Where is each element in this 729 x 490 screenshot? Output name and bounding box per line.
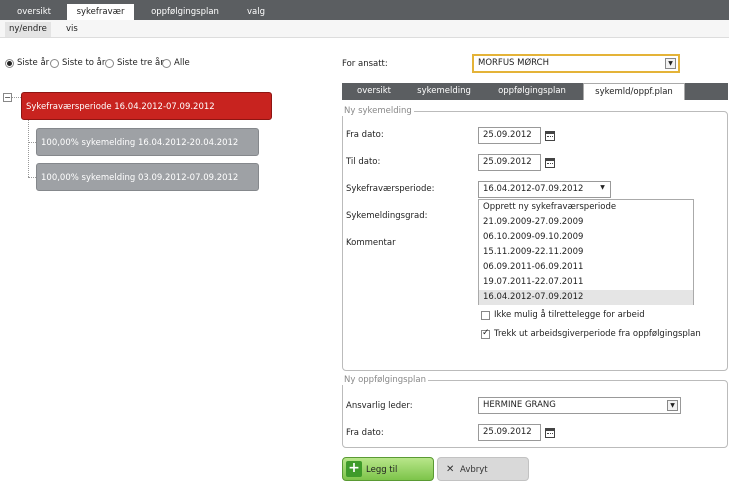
legg-til-label: Legg til: [366, 465, 398, 475]
tree-collapse-icon[interactable]: −: [3, 93, 12, 102]
radio-button[interactable]: [50, 58, 59, 68]
fra-dato-label: Fra dato:: [346, 130, 384, 140]
ny-oppfolgingsplan-legend: Ny oppfølgingsplan: [342, 375, 428, 385]
ansatt-dropdown[interactable]: MORFUS MØRCH ▼: [472, 54, 680, 73]
top-tab-bar: oversikt sykefravær oppfølgingsplan valg: [0, 0, 729, 20]
chevron-down-icon[interactable]: ▼: [597, 183, 608, 194]
til-dato-label: Til dato:: [346, 157, 381, 167]
subtab-ny-endre[interactable]: ny/endre: [5, 22, 51, 37]
tree-connector: [28, 177, 36, 178]
fra-dato-input[interactable]: 25.09.2012: [478, 127, 541, 144]
sykemeldingsgrad-label: Sykemeldingsgrad:: [346, 211, 428, 221]
radio-siste-ar[interactable]: Siste år: [5, 58, 49, 68]
tree-connector: [28, 142, 36, 143]
dropdown-option[interactable]: 06.10.2009-09.10.2009: [479, 230, 693, 245]
radio-alle[interactable]: Alle: [162, 58, 190, 68]
radio-button-checked[interactable]: [5, 58, 14, 68]
dropdown-option[interactable]: 06.09.2011-06.09.2011: [479, 260, 693, 275]
sykefravaersperiode-label: Sykefraværsperiode:: [346, 184, 435, 194]
dropdown-option[interactable]: 19.07.2011-22.07.2011: [479, 275, 693, 290]
tab-oppfolgingsplan[interactable]: oppfølgingsplan: [140, 4, 230, 20]
oppf-fra-dato-label: Fra dato:: [346, 428, 384, 438]
dropdown-option[interactable]: 21.09.2009-27.09.2009: [479, 215, 693, 230]
calendar-icon[interactable]: [545, 158, 555, 168]
legg-til-button[interactable]: + Legg til: [342, 457, 434, 481]
tab-right-oppfolgingsplan[interactable]: oppfølgingsplan: [482, 83, 582, 100]
tree-node-sykemelding[interactable]: 100,00% sykemelding 16.04.2012-20.04.201…: [36, 128, 259, 156]
periode-dropdown-list: Opprett ny sykefraværsperiode 21.09.2009…: [478, 199, 694, 305]
chevron-down-icon[interactable]: ▼: [667, 400, 678, 411]
tree-node-sykefravaersperiode[interactable]: Sykefraværsperiode 16.04.2012-07.09.2012: [21, 92, 272, 120]
oppf-fra-dato-input[interactable]: 25.09.2012: [478, 424, 541, 441]
avbryt-button[interactable]: ✕ Avbryt: [437, 457, 529, 481]
tab-right-sykemelding[interactable]: sykemelding: [412, 83, 476, 100]
trekk-ut-checkbox[interactable]: Trekk ut arbeidsgiverperiode fra oppfølg…: [481, 328, 701, 339]
tab-valg[interactable]: valg: [236, 4, 276, 20]
ny-sykemelding-legend: Ny sykemelding: [342, 106, 414, 116]
ansvarlig-leder-label: Ansvarlig leder:: [346, 401, 413, 411]
radio-label: Siste tre år: [117, 58, 164, 68]
tab-right-sykemld-oppf[interactable]: sykemld/oppf.plan: [583, 83, 685, 100]
chevron-down-icon[interactable]: ▼: [665, 58, 676, 69]
radio-siste-to-ar[interactable]: Siste to år: [50, 58, 105, 68]
tree-node-sykemelding[interactable]: 100,00% sykemelding 03.09.2012-07.09.201…: [36, 163, 259, 191]
radio-siste-tre-ar[interactable]: Siste tre år: [105, 58, 164, 68]
tab-oversikt[interactable]: oversikt: [8, 4, 60, 20]
ansatt-label: For ansatt:: [342, 59, 388, 69]
dropdown-option[interactable]: 15.11.2009-22.11.2009: [479, 245, 693, 260]
subtab-vis[interactable]: vis: [62, 22, 82, 37]
radio-label: Siste to år: [62, 58, 106, 68]
tab-sykefravaer[interactable]: sykefravær: [67, 4, 134, 20]
plus-icon: +: [346, 461, 362, 477]
radio-label: Siste år: [17, 58, 50, 68]
checkbox-label: Ikke mulig å tilrettelegge for arbeid: [494, 310, 645, 320]
tree-connector: [12, 97, 21, 98]
avbryt-label: Avbryt: [460, 465, 488, 475]
dropdown-option-selected[interactable]: 16.04.2012-07.09.2012: [479, 290, 693, 305]
dropdown-option[interactable]: Opprett ny sykefraværsperiode: [479, 200, 693, 215]
calendar-icon[interactable]: [545, 428, 555, 438]
radio-label: Alle: [174, 58, 190, 68]
til-dato-input[interactable]: 25.09.2012: [478, 154, 541, 171]
kommentar-label: Kommentar: [346, 238, 396, 248]
sykefravaersperiode-select[interactable]: 16.04.2012-07.09.2012 ▼: [478, 181, 611, 198]
ansatt-value: MORFUS MØRCH: [478, 58, 549, 68]
right-tab-bar: oversikt sykemelding oppfølgingsplan syk…: [342, 83, 728, 100]
ikke-mulig-checkbox[interactable]: Ikke mulig å tilrettelegge for arbeid: [481, 310, 645, 320]
tree-connector: [28, 120, 29, 177]
checkbox-label: Trekk ut arbeidsgiverperiode fra oppfølg…: [494, 329, 701, 339]
checkbox-checked[interactable]: [481, 328, 490, 339]
radio-button[interactable]: [105, 58, 114, 68]
calendar-icon[interactable]: [545, 131, 555, 141]
radio-button[interactable]: [162, 58, 171, 68]
leder-value: HERMINE GRANG: [483, 400, 556, 410]
checkbox[interactable]: [481, 310, 490, 320]
periode-value: 16.04.2012-07.09.2012: [483, 184, 584, 194]
tab-right-oversikt[interactable]: oversikt: [347, 83, 401, 100]
close-icon: ✕: [446, 464, 455, 475]
sub-tab-bar: ny/endre vis: [0, 20, 729, 38]
ansvarlig-leder-select[interactable]: HERMINE GRANG ▼: [478, 397, 681, 414]
